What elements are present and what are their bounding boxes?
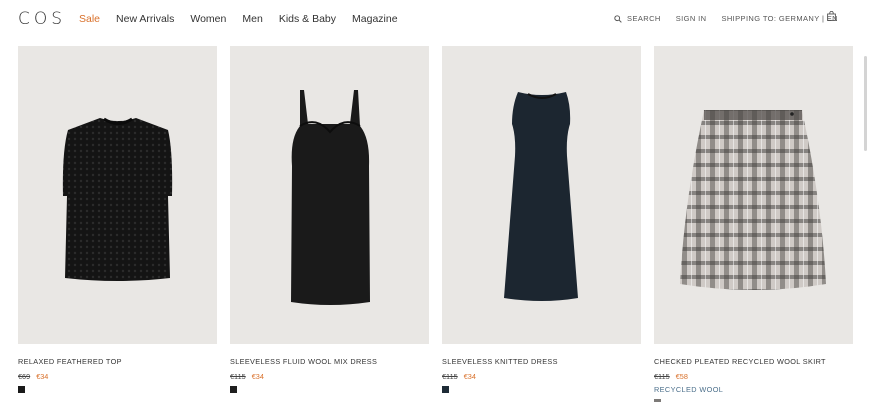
utility-links: SEARCH SIGN IN SHIPPING TO: GERMANY | EN bbox=[599, 14, 838, 23]
product-name[interactable]: RELAXED FEATHERED TOP bbox=[18, 357, 217, 366]
nav-item-new-arrivals[interactable]: New Arrivals bbox=[116, 13, 174, 25]
original-price: €115 bbox=[654, 372, 670, 381]
product-image[interactable] bbox=[230, 46, 429, 344]
sale-price: €34 bbox=[251, 372, 264, 381]
product-image[interactable] bbox=[654, 46, 853, 344]
scrollbar-thumb[interactable] bbox=[864, 56, 867, 151]
sale-price: €34 bbox=[36, 372, 49, 381]
product-prices: €115 €34 bbox=[442, 372, 641, 381]
original-price: €115 bbox=[442, 372, 458, 381]
product-card[interactable]: CHECKED PLEATED RECYCLED WOOL SKIRT €115… bbox=[654, 46, 853, 402]
search-label: SEARCH bbox=[627, 14, 661, 23]
product-card[interactable]: SLEEVELESS KNITTED DRESS €115 €34 bbox=[442, 46, 641, 402]
color-swatch[interactable] bbox=[18, 386, 25, 393]
product-card[interactable]: RELAXED FEATHERED TOP €69 €34 bbox=[18, 46, 217, 402]
color-swatch[interactable] bbox=[230, 386, 237, 393]
color-swatch[interactable] bbox=[442, 386, 449, 393]
sign-in-link[interactable]: SIGN IN bbox=[676, 14, 707, 23]
product-image[interactable] bbox=[442, 46, 641, 344]
product-name[interactable]: CHECKED PLEATED RECYCLED WOOL SKIRT bbox=[654, 357, 853, 366]
product-grid: RELAXED FEATHERED TOP €69 €34 SLEEVELESS… bbox=[18, 46, 853, 402]
search-icon bbox=[614, 14, 622, 23]
product-dress-illustration bbox=[504, 92, 578, 301]
original-price: €115 bbox=[230, 372, 246, 381]
sale-price: €34 bbox=[463, 372, 476, 381]
scrollbar[interactable] bbox=[862, 46, 870, 402]
search-button[interactable]: SEARCH bbox=[614, 14, 661, 23]
product-top-illustration bbox=[62, 117, 173, 281]
product-name[interactable]: SLEEVELESS KNITTED DRESS bbox=[442, 357, 641, 366]
nav-item-men[interactable]: Men bbox=[242, 13, 262, 25]
top-navigation-bar: COS Sale New Arrivals Women Men Kids & B… bbox=[0, 0, 870, 38]
product-prices: €115 €58 bbox=[654, 372, 853, 381]
sale-price: €58 bbox=[675, 372, 688, 381]
nav-item-women[interactable]: Women bbox=[190, 13, 226, 25]
shopping-bag-icon[interactable] bbox=[827, 11, 836, 21]
nav-item-magazine[interactable]: Magazine bbox=[352, 13, 398, 25]
material-tag: RECYCLED WOOL bbox=[654, 385, 724, 394]
original-price: €69 bbox=[18, 372, 31, 381]
shipping-selector[interactable]: SHIPPING TO: GERMANY | EN bbox=[721, 14, 838, 23]
product-name[interactable]: SLEEVELESS FLUID WOOL MIX DRESS bbox=[230, 357, 429, 366]
nav-item-kids-baby[interactable]: Kids & Baby bbox=[279, 13, 336, 25]
product-prices: €69 €34 bbox=[18, 372, 217, 381]
product-prices: €115 €34 bbox=[230, 372, 429, 381]
product-card[interactable]: SLEEVELESS FLUID WOOL MIX DRESS €115 €34 bbox=[230, 46, 429, 402]
product-image[interactable] bbox=[18, 46, 217, 344]
main-navigation: Sale New Arrivals Women Men Kids & Baby … bbox=[79, 13, 398, 25]
product-dress-illustration bbox=[291, 90, 370, 305]
logo[interactable]: COS bbox=[18, 9, 66, 29]
product-skirt-illustration bbox=[680, 110, 826, 290]
nav-item-sale[interactable]: Sale bbox=[79, 13, 100, 25]
